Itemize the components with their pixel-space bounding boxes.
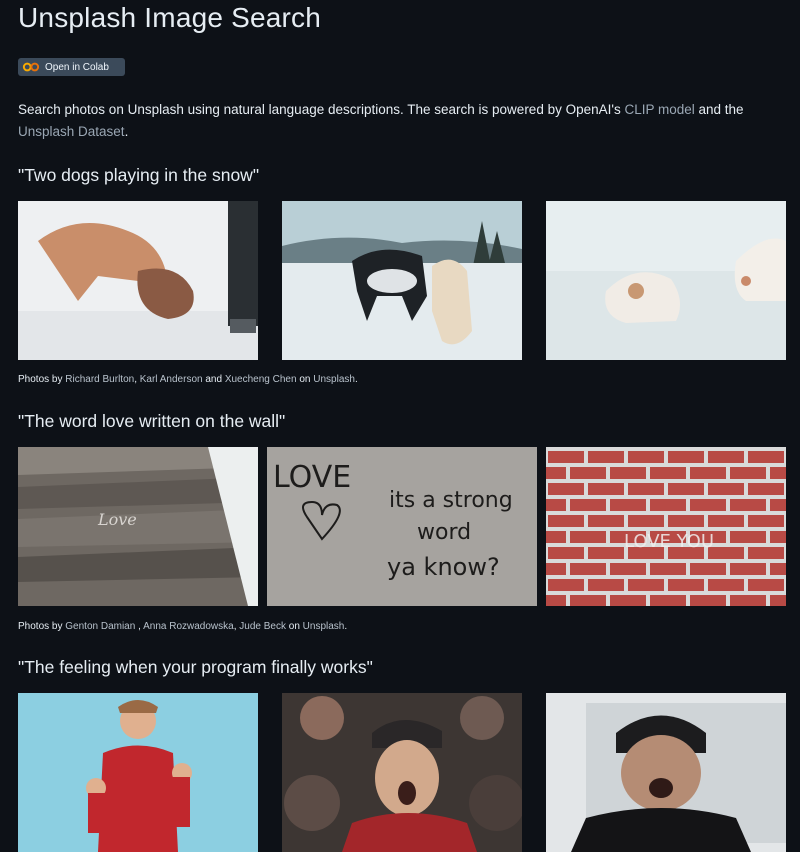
photo-credit-love: Photos by Genton Damian , Anna Rozwadows…: [18, 621, 348, 632]
colab-logo-icon: [22, 62, 40, 72]
svg-text:Love: Love: [97, 510, 137, 529]
laughing-person-beanie-photo[interactable]: [546, 693, 786, 852]
svg-text:LOVE YOU: LOVE YOU: [624, 531, 714, 552]
two-dogs-playing-snow-photo[interactable]: [18, 201, 258, 360]
husky-and-puppy-snow-photo[interactable]: [282, 201, 522, 360]
man-celebrating-red-sweater-photo[interactable]: [18, 693, 258, 852]
result-row-program: [18, 693, 786, 852]
love-on-concrete-steps-photo[interactable]: Love: [18, 447, 258, 606]
photographer-link[interactable]: Xuecheng Chen: [225, 374, 297, 385]
result-row-love: Love LOVE its a strong word ya know? LOV…: [18, 447, 786, 606]
photo-credit-dogs: Photos by Richard Burlton, Karl Anderson…: [18, 374, 358, 385]
photographer-link[interactable]: Richard Burlton: [65, 374, 134, 385]
svg-text:its a strong: its a strong: [389, 488, 513, 513]
love-graffiti-wall-photo[interactable]: LOVE its a strong word ya know?: [267, 447, 537, 606]
open-in-colab-badge[interactable]: Open in Colab: [18, 58, 125, 76]
svg-text:word: word: [417, 520, 471, 545]
svg-text:LOVE: LOVE: [273, 460, 351, 495]
dogs-lying-in-snow-photo[interactable]: [546, 201, 786, 360]
query-heading-dogs: "Two dogs playing in the snow": [18, 165, 260, 185]
photographer-link[interactable]: Genton Damian: [65, 621, 135, 632]
badge-label: Open in Colab: [45, 61, 109, 73]
photographer-link[interactable]: Jude Beck: [239, 621, 286, 632]
intro-paragraph: Search photos on Unsplash using natural …: [18, 102, 744, 139]
result-row-dogs: [18, 201, 786, 360]
photographer-link[interactable]: Anna Rozwadowska: [143, 621, 234, 632]
excited-crowd-man-photo[interactable]: [282, 693, 522, 852]
page-title: Unsplash Image Search: [18, 2, 322, 33]
svg-text:ya know?: ya know?: [387, 553, 500, 581]
unsplash-link[interactable]: Unsplash: [313, 374, 355, 385]
clip-model-link[interactable]: CLIP model: [624, 102, 694, 117]
photographer-link[interactable]: Karl Anderson: [140, 374, 203, 385]
love-on-brick-wall-photo[interactable]: LOVE YOU: [546, 447, 786, 606]
unsplash-link[interactable]: Unsplash: [303, 621, 345, 632]
query-heading-love: "The word love written on the wall": [18, 411, 286, 431]
query-heading-program: "The feeling when your program finally w…: [18, 657, 373, 677]
unsplash-dataset-link[interactable]: Unsplash Dataset: [18, 124, 125, 139]
